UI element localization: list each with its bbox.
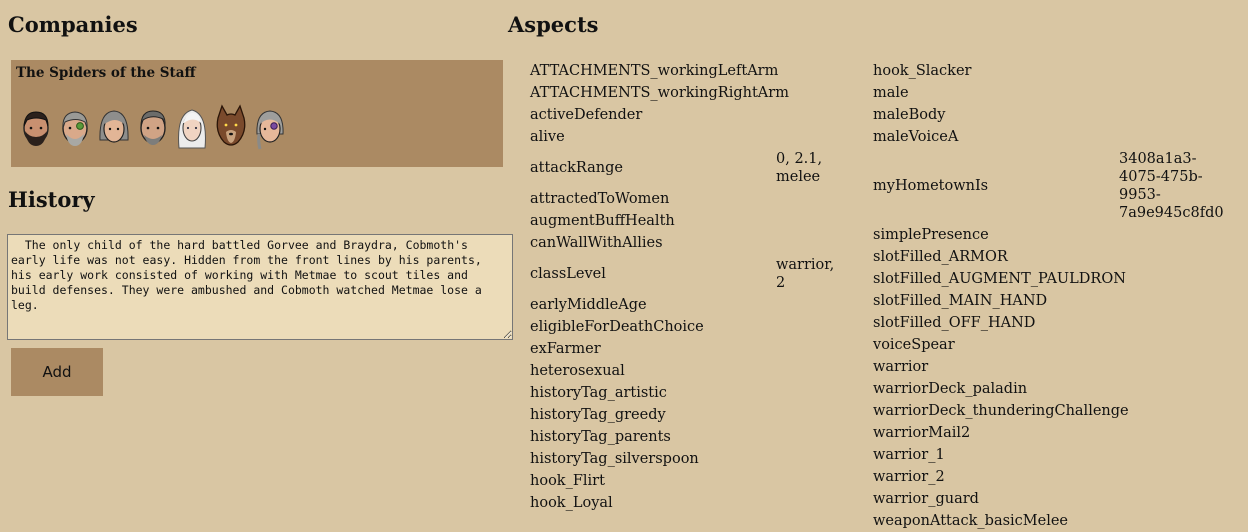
page: Companies The Spiders of the Staff Histo… xyxy=(0,0,1248,532)
white-haired-elf-portrait-icon[interactable] xyxy=(175,104,209,150)
aspect-key: weaponAttack_basicMelee xyxy=(873,513,1069,529)
aspect-row: ATTACHMENTS_workingRightArm xyxy=(530,82,870,104)
aspect-row: augmentBuffHealth xyxy=(530,210,870,232)
aspect-key: slotFilled_AUGMENT_PAULDRON xyxy=(873,271,1126,287)
aspect-row: exFarmer xyxy=(530,338,870,360)
aspect-key: maleVoiceA xyxy=(873,129,959,145)
aspect-row: myHometownIs 3408a1a3- 4075-475b- 9953- 7… xyxy=(873,148,1243,224)
aspect-key: myHometownIs xyxy=(873,178,989,194)
aspect-value: warrior, 2 xyxy=(776,257,835,291)
aspect-row: maleVoiceA xyxy=(873,126,1243,148)
history-textarea[interactable]: The only child of the hard battled Gorve… xyxy=(7,234,513,340)
aspect-row: historyTag_artistic xyxy=(530,382,870,404)
aspect-key: historyTag_parents xyxy=(530,429,671,445)
aspect-row: hook_Flirt xyxy=(530,470,870,492)
aspect-key: ATTACHMENTS_workingRightArm xyxy=(530,85,789,101)
aspect-key: slotFilled_ARMOR xyxy=(873,249,1008,265)
aspect-row: weaponAttack_basicMelee xyxy=(873,510,1243,532)
aspect-key: warrior_guard xyxy=(873,491,979,507)
aspect-key: augmentBuffHealth xyxy=(530,213,675,229)
old-man-green-eye-portrait-icon[interactable] xyxy=(58,104,92,150)
aspect-row: warrior_1 xyxy=(873,444,1243,466)
aspect-row: historyTag_greedy xyxy=(530,404,870,426)
aspect-key: heterosexual xyxy=(530,363,625,379)
aspect-key: simplePresence xyxy=(873,227,989,243)
aspect-row: earlyMiddleAge xyxy=(530,294,870,316)
aspect-row: slotFilled_OFF_HAND xyxy=(873,312,1243,334)
aspect-key: hook_Slacker xyxy=(873,63,972,79)
aspect-key: eligibleForDeathChoice xyxy=(530,319,704,335)
aspect-row: slotFilled_AUGMENT_PAULDRON xyxy=(873,268,1243,290)
aspect-row: warrior_guard xyxy=(873,488,1243,510)
aspect-key: ATTACHMENTS_workingLeftArm xyxy=(530,63,779,79)
aspect-row: warriorDeck_thunderingChallenge xyxy=(873,400,1243,422)
aspects-heading: Aspects xyxy=(508,12,599,37)
aspect-row: hook_Loyal xyxy=(530,492,870,514)
aspect-key: maleBody xyxy=(873,107,946,123)
aspect-key: earlyMiddleAge xyxy=(530,297,647,313)
aspect-key: warriorDeck_thunderingChallenge xyxy=(873,403,1129,419)
grey-haired-man-portrait-icon[interactable] xyxy=(136,104,170,150)
aspects-column-1: ATTACHMENTS_workingLeftArm ATTACHMENTS_wo… xyxy=(530,60,870,514)
add-button[interactable]: Add xyxy=(11,348,103,396)
aspect-row: hook_Slacker xyxy=(873,60,1243,82)
aspect-row: historyTag_parents xyxy=(530,426,870,448)
aspect-key: classLevel xyxy=(530,266,606,282)
aspect-key: warrior_1 xyxy=(873,447,945,463)
aspect-row: canWallWithAllies xyxy=(530,232,870,254)
aspect-key: historyTag_artistic xyxy=(530,385,667,401)
aspect-value: 3408a1a3- 4075-475b- 9953- 7a9e945c8fd0 xyxy=(1119,151,1224,221)
aspect-key: hook_Flirt xyxy=(530,473,605,489)
aspect-row: attractedToWomen xyxy=(530,188,870,210)
aspect-row: activeDefender xyxy=(530,104,870,126)
grey-haired-woman-portrait-icon[interactable] xyxy=(97,104,131,150)
aspect-row: eligibleForDeathChoice xyxy=(530,316,870,338)
aspect-row: warrior xyxy=(873,356,1243,378)
aspect-key: activeDefender xyxy=(530,107,643,123)
aspect-row: voiceSpear xyxy=(873,334,1243,356)
aspect-key: historyTag_silverspoon xyxy=(530,451,699,467)
aspect-key: exFarmer xyxy=(530,341,601,357)
portrait-row xyxy=(19,104,292,150)
aspect-row: warriorMail2 xyxy=(873,422,1243,444)
aspect-key: alive xyxy=(530,129,565,145)
aspect-row: male xyxy=(873,82,1243,104)
aspect-key: historyTag_greedy xyxy=(530,407,666,423)
aspect-key: warrior_2 xyxy=(873,469,945,485)
aspect-row: historyTag_silverspoon xyxy=(530,448,870,470)
aspect-row: alive xyxy=(530,126,870,148)
company-card[interactable]: The Spiders of the Staff xyxy=(11,60,503,167)
aspect-value: 0, 2.1, melee xyxy=(776,151,823,185)
aspect-key: slotFilled_MAIN_HAND xyxy=(873,293,1048,309)
aspect-key: attackRange xyxy=(530,160,623,176)
aspect-row: simplePresence xyxy=(873,224,1243,246)
aspect-key: attractedToWomen xyxy=(530,191,670,207)
aspect-key: male xyxy=(873,85,909,101)
aspect-row: attackRange 0, 2.1, melee xyxy=(530,148,870,188)
aspect-row: heterosexual xyxy=(530,360,870,382)
aspect-row: maleBody xyxy=(873,104,1243,126)
aspect-key: slotFilled_OFF_HAND xyxy=(873,315,1036,331)
aspect-row: warrior_2 xyxy=(873,466,1243,488)
bearded-man-portrait-icon[interactable] xyxy=(19,104,53,150)
aspects-column-2: hook_Slackermale maleBody maleVoiceA myHome… xyxy=(873,60,1243,532)
aspect-row: ATTACHMENTS_workingLeftArm xyxy=(530,60,870,82)
aspect-row: warriorDeck_paladin xyxy=(873,378,1243,400)
history-heading: History xyxy=(8,187,95,212)
aspect-key: warriorMail2 xyxy=(873,425,971,441)
aspect-key: warrior xyxy=(873,359,929,375)
aspect-key: voiceSpear xyxy=(873,337,955,353)
companies-heading: Companies xyxy=(8,12,138,37)
wolf-portrait-icon[interactable] xyxy=(214,104,248,150)
braided-woman-portrait-icon[interactable] xyxy=(253,104,287,150)
company-name: The Spiders of the Staff xyxy=(16,65,196,81)
aspect-row: slotFilled_MAIN_HAND xyxy=(873,290,1243,312)
aspect-key: hook_Loyal xyxy=(530,495,613,511)
aspect-key: canWallWithAllies xyxy=(530,235,663,251)
aspect-key: warriorDeck_paladin xyxy=(873,381,1028,397)
aspect-row: classLevel warrior, 2 xyxy=(530,254,870,294)
aspect-row: slotFilled_ARMOR xyxy=(873,246,1243,268)
